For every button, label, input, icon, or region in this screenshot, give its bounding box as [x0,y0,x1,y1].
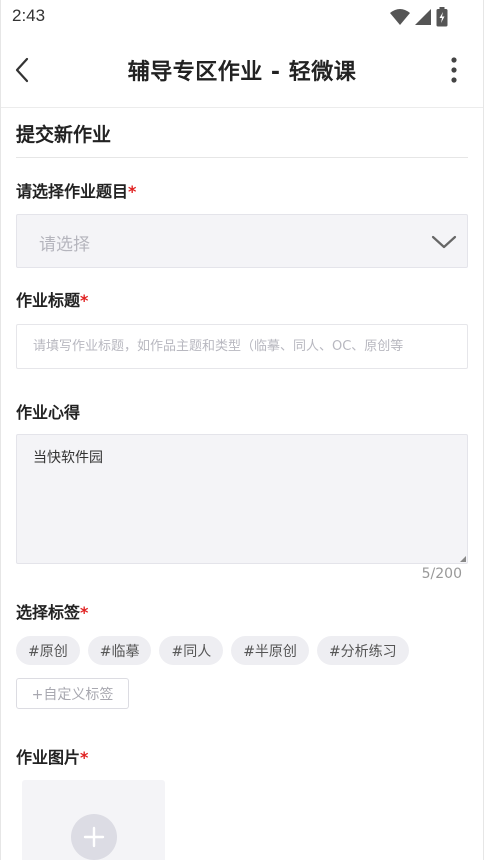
chevron-down-icon [431,235,457,249]
required-mark: * [80,603,89,622]
upload-plus-circle [71,814,117,860]
topic-select[interactable]: 请选择 [16,214,468,268]
image-upload-button[interactable] [22,780,165,860]
topic-label-text: 请选择作业题目 [16,182,129,201]
more-button[interactable] [442,52,466,88]
required-mark: * [80,748,89,767]
tag-chip[interactable]: #同人 [159,636,224,665]
more-vertical-icon [451,57,457,83]
title-label-text: 作业标题 [16,291,81,310]
nav-bar: 辅导专区作业 - 轻微课 [0,32,484,108]
chevron-left-icon [15,57,29,83]
signal-icon [415,9,431,25]
title-label: 作业标题* [16,287,88,311]
status-bar: 2:43 [0,0,484,32]
wifi-icon [390,9,410,25]
tag-chip[interactable]: #原创 [16,636,80,665]
tags-label: 选择标签* [16,599,88,623]
tag-list: #原创 #临摹 #同人 #半原创 #分析练习 [16,636,409,665]
images-label-text: 作业图片 [16,748,81,767]
notes-counter: 5/200 [421,566,462,582]
notes-textarea[interactable]: 当快软件园 [16,434,468,564]
tags-label-text: 选择标签 [16,603,81,622]
topic-select-placeholder: 请选择 [39,235,90,255]
tag-chip[interactable]: #分析练习 [316,636,409,665]
status-time: 2:43 [12,6,46,25]
required-mark: * [80,291,89,310]
status-icons [390,7,448,27]
resize-handle-icon [460,556,466,562]
notes-text: 当快软件园 [33,450,103,466]
section-title: 提交新作业 [16,124,112,146]
title-input[interactable] [16,324,468,369]
notes-label: 作业心得 [16,403,81,422]
tag-chip[interactable]: #临摹 [87,636,152,665]
plus-icon [83,826,105,848]
page-title: 辅导专区作业 - 轻微课 [127,60,357,85]
custom-tag-button[interactable]: +自定义标签 [16,678,129,709]
back-button[interactable] [8,54,36,86]
required-mark: * [128,182,137,201]
images-label: 作业图片* [16,744,88,768]
topic-label: 请选择作业题目* [16,178,136,202]
battery-charging-icon [436,7,448,27]
tag-chip[interactable]: #半原创 [231,636,309,665]
section-divider [16,157,468,158]
